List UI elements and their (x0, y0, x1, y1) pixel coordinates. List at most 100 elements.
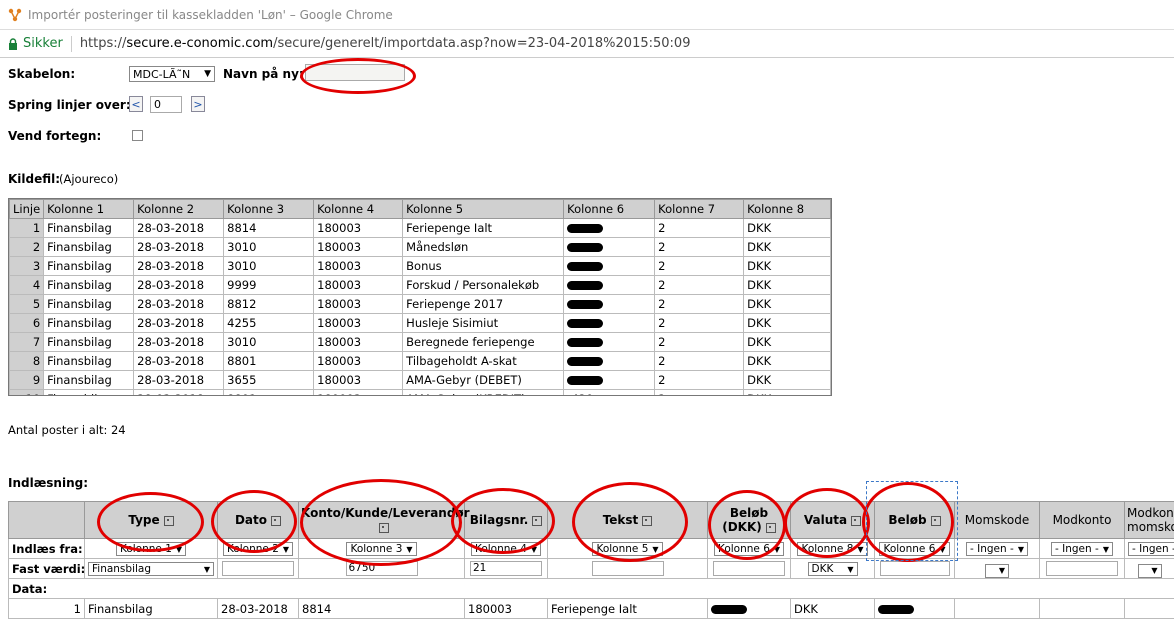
import-header-cell: Bilagsnr. (464, 501, 548, 539)
import-header-label: Momskode (964, 513, 1030, 527)
chevron-down-icon: ▼ (203, 564, 210, 574)
read-from-select[interactable]: Kolonne 6 ▼ (713, 542, 785, 556)
read-from-cell: Kolonne 1 ▼ (84, 538, 218, 559)
read-from-cell: Kolonne 8 ▼ (790, 538, 875, 559)
source-cell: Feriepenge 2017 (402, 294, 565, 314)
chevron-down-icon: ▼ (282, 544, 290, 554)
redacted-amount (567, 376, 604, 385)
fixed-offset-account-input[interactable] (1046, 561, 1118, 576)
total-records: Antal poster i alt: 24 (8, 423, 126, 437)
source-cell: 180003 (313, 332, 404, 352)
read-from-cell: - Ingen -▼ (1039, 538, 1125, 559)
row-number-cell: 9 (9, 370, 45, 390)
read-from-select[interactable]: Kolonne 1 ▼ (115, 542, 187, 556)
help-icon[interactable] (271, 515, 282, 526)
read-from-select-value: - Ingen - (970, 543, 1014, 555)
data-cell: 8814 (298, 598, 465, 619)
source-cell: 180003 (313, 237, 404, 257)
source-cell: 3010 (223, 256, 315, 276)
import-header-label: Tekst (602, 513, 639, 527)
source-cell: -420 (563, 389, 656, 395)
chevron-down-icon: ▼ (204, 69, 211, 79)
fixed-currency-select[interactable]: DKK ▼ (807, 562, 858, 576)
source-cell: 180003 (313, 294, 404, 314)
fixed-offset-vat-select[interactable]: ▼ (1137, 563, 1162, 578)
import-header-label: Modkonto (1052, 513, 1112, 527)
fixed-amount-input[interactable] (879, 561, 950, 576)
import-header-cell: Dato (217, 501, 299, 539)
chevron-down-icon: ▼ (1017, 544, 1024, 554)
import-label: Indlæsning: (8, 476, 89, 490)
source-cell: 28-03-2018 (133, 389, 225, 395)
fixed-date-input[interactable] (222, 561, 294, 576)
template-select-value: MDC-LÃ˜N (133, 67, 191, 81)
source-cell: Feriepenge Ialt (402, 218, 565, 238)
help-icon[interactable] (765, 522, 776, 533)
row-number-cell: 10 (9, 389, 45, 395)
source-cell: Finansbilag (43, 256, 135, 276)
help-icon[interactable] (163, 515, 174, 526)
fixed-value-cell (547, 558, 708, 579)
fixed-amount-dkk-input[interactable] (713, 561, 785, 576)
read-from-cell: - Ingen -▼ (1124, 538, 1174, 559)
source-table-scroll[interactable]: Linje Kolonne 1 Kolonne 2 Kolonne 3 Kolonne … (8, 198, 832, 396)
source-cell: DKK (743, 218, 831, 238)
read-from-select[interactable]: - Ingen -▼ (966, 542, 1028, 556)
read-from-select[interactable]: Kolonne 3 ▼ (346, 542, 417, 556)
skip-prev-button[interactable]: < (129, 96, 143, 112)
read-from-select[interactable]: Kolonne 4 ▼ (470, 542, 542, 556)
read-from-select[interactable]: Kolonne 5 ▼ (592, 542, 663, 556)
read-from-select[interactable]: Kolonne 8 ▼ (797, 542, 868, 556)
skip-lines-input[interactable]: 0 (150, 96, 182, 113)
data-cell: Feriepenge Ialt (547, 598, 708, 619)
source-cell: 2 (654, 294, 745, 314)
fixed-account-input[interactable]: 6750 (345, 561, 418, 576)
source-table: Linje Kolonne 1 Kolonne 2 Kolonne 3 Kolonne … (9, 199, 831, 395)
redacted-amount (567, 338, 604, 347)
source-table-body: 1 Finansbilag 28-03-2018 8814 180003 Feriepen… (9, 218, 831, 395)
help-icon[interactable] (378, 522, 389, 533)
read-from-cell: Kolonne 4 ▼ (464, 538, 548, 559)
help-icon[interactable] (532, 515, 543, 526)
reverse-sign-checkbox[interactable] (132, 130, 143, 141)
template-select[interactable]: MDC-LÃ˜N ▼ (129, 66, 215, 82)
import-table: Type Dato Konto/Kunde/Leverandør Bilagsnr. T… (8, 501, 1174, 619)
read-from-select[interactable]: - Ingen -▼ (1051, 542, 1113, 556)
data-cell (954, 598, 1040, 619)
data-label: Data: (8, 578, 1174, 599)
source-cell: Finansbilag (43, 237, 135, 257)
read-from-select[interactable]: Kolonne 2 ▼ (222, 542, 294, 556)
source-header-cell: Kolonne 2 (133, 199, 225, 219)
fixed-voucher-input[interactable]: 21 (470, 561, 542, 576)
redacted-amount (711, 604, 747, 614)
import-header-cell: Momskode (954, 501, 1040, 539)
source-cell: 180003 (313, 313, 404, 333)
chevron-down-icon: ▼ (1102, 544, 1109, 554)
source-cell (563, 218, 656, 238)
read-from-select-value: Kolonne 1 (119, 543, 172, 555)
url-text[interactable]: https://secure.e-conomic.com/secure/gene… (80, 36, 691, 51)
source-cell: DKK (743, 351, 831, 371)
source-cell (563, 294, 656, 314)
address-bar[interactable]: Sikker https://secure.e-conomic.com/secu… (0, 30, 1174, 58)
import-header-cell: Type (84, 501, 218, 539)
source-cell: 28-03-2018 (133, 332, 225, 352)
source-cell: 180003 (313, 370, 404, 390)
help-icon[interactable] (851, 515, 862, 526)
source-cell (563, 332, 656, 352)
fixed-text-input[interactable] (591, 561, 664, 576)
redacted-amount (567, 262, 604, 271)
read-from-select-value: - Ingen - (1055, 543, 1099, 555)
chevron-down-icon: ▼ (530, 544, 538, 554)
lock-icon (9, 37, 17, 50)
skip-next-button[interactable]: > (191, 96, 205, 112)
fixed-value-cell (1039, 558, 1125, 579)
fixed-vat-select[interactable]: ▼ (985, 563, 1009, 578)
help-icon[interactable] (642, 515, 653, 526)
new-name-input[interactable] (305, 64, 405, 81)
url-scheme: https:// (79, 36, 127, 51)
fixed-type-select[interactable]: Finansbilag ▼ (88, 562, 214, 576)
read-from-select[interactable]: - Ingen -▼ (1128, 542, 1174, 556)
chevron-down-icon: ▼ (175, 544, 183, 554)
source-cell: 8814 (223, 218, 315, 238)
